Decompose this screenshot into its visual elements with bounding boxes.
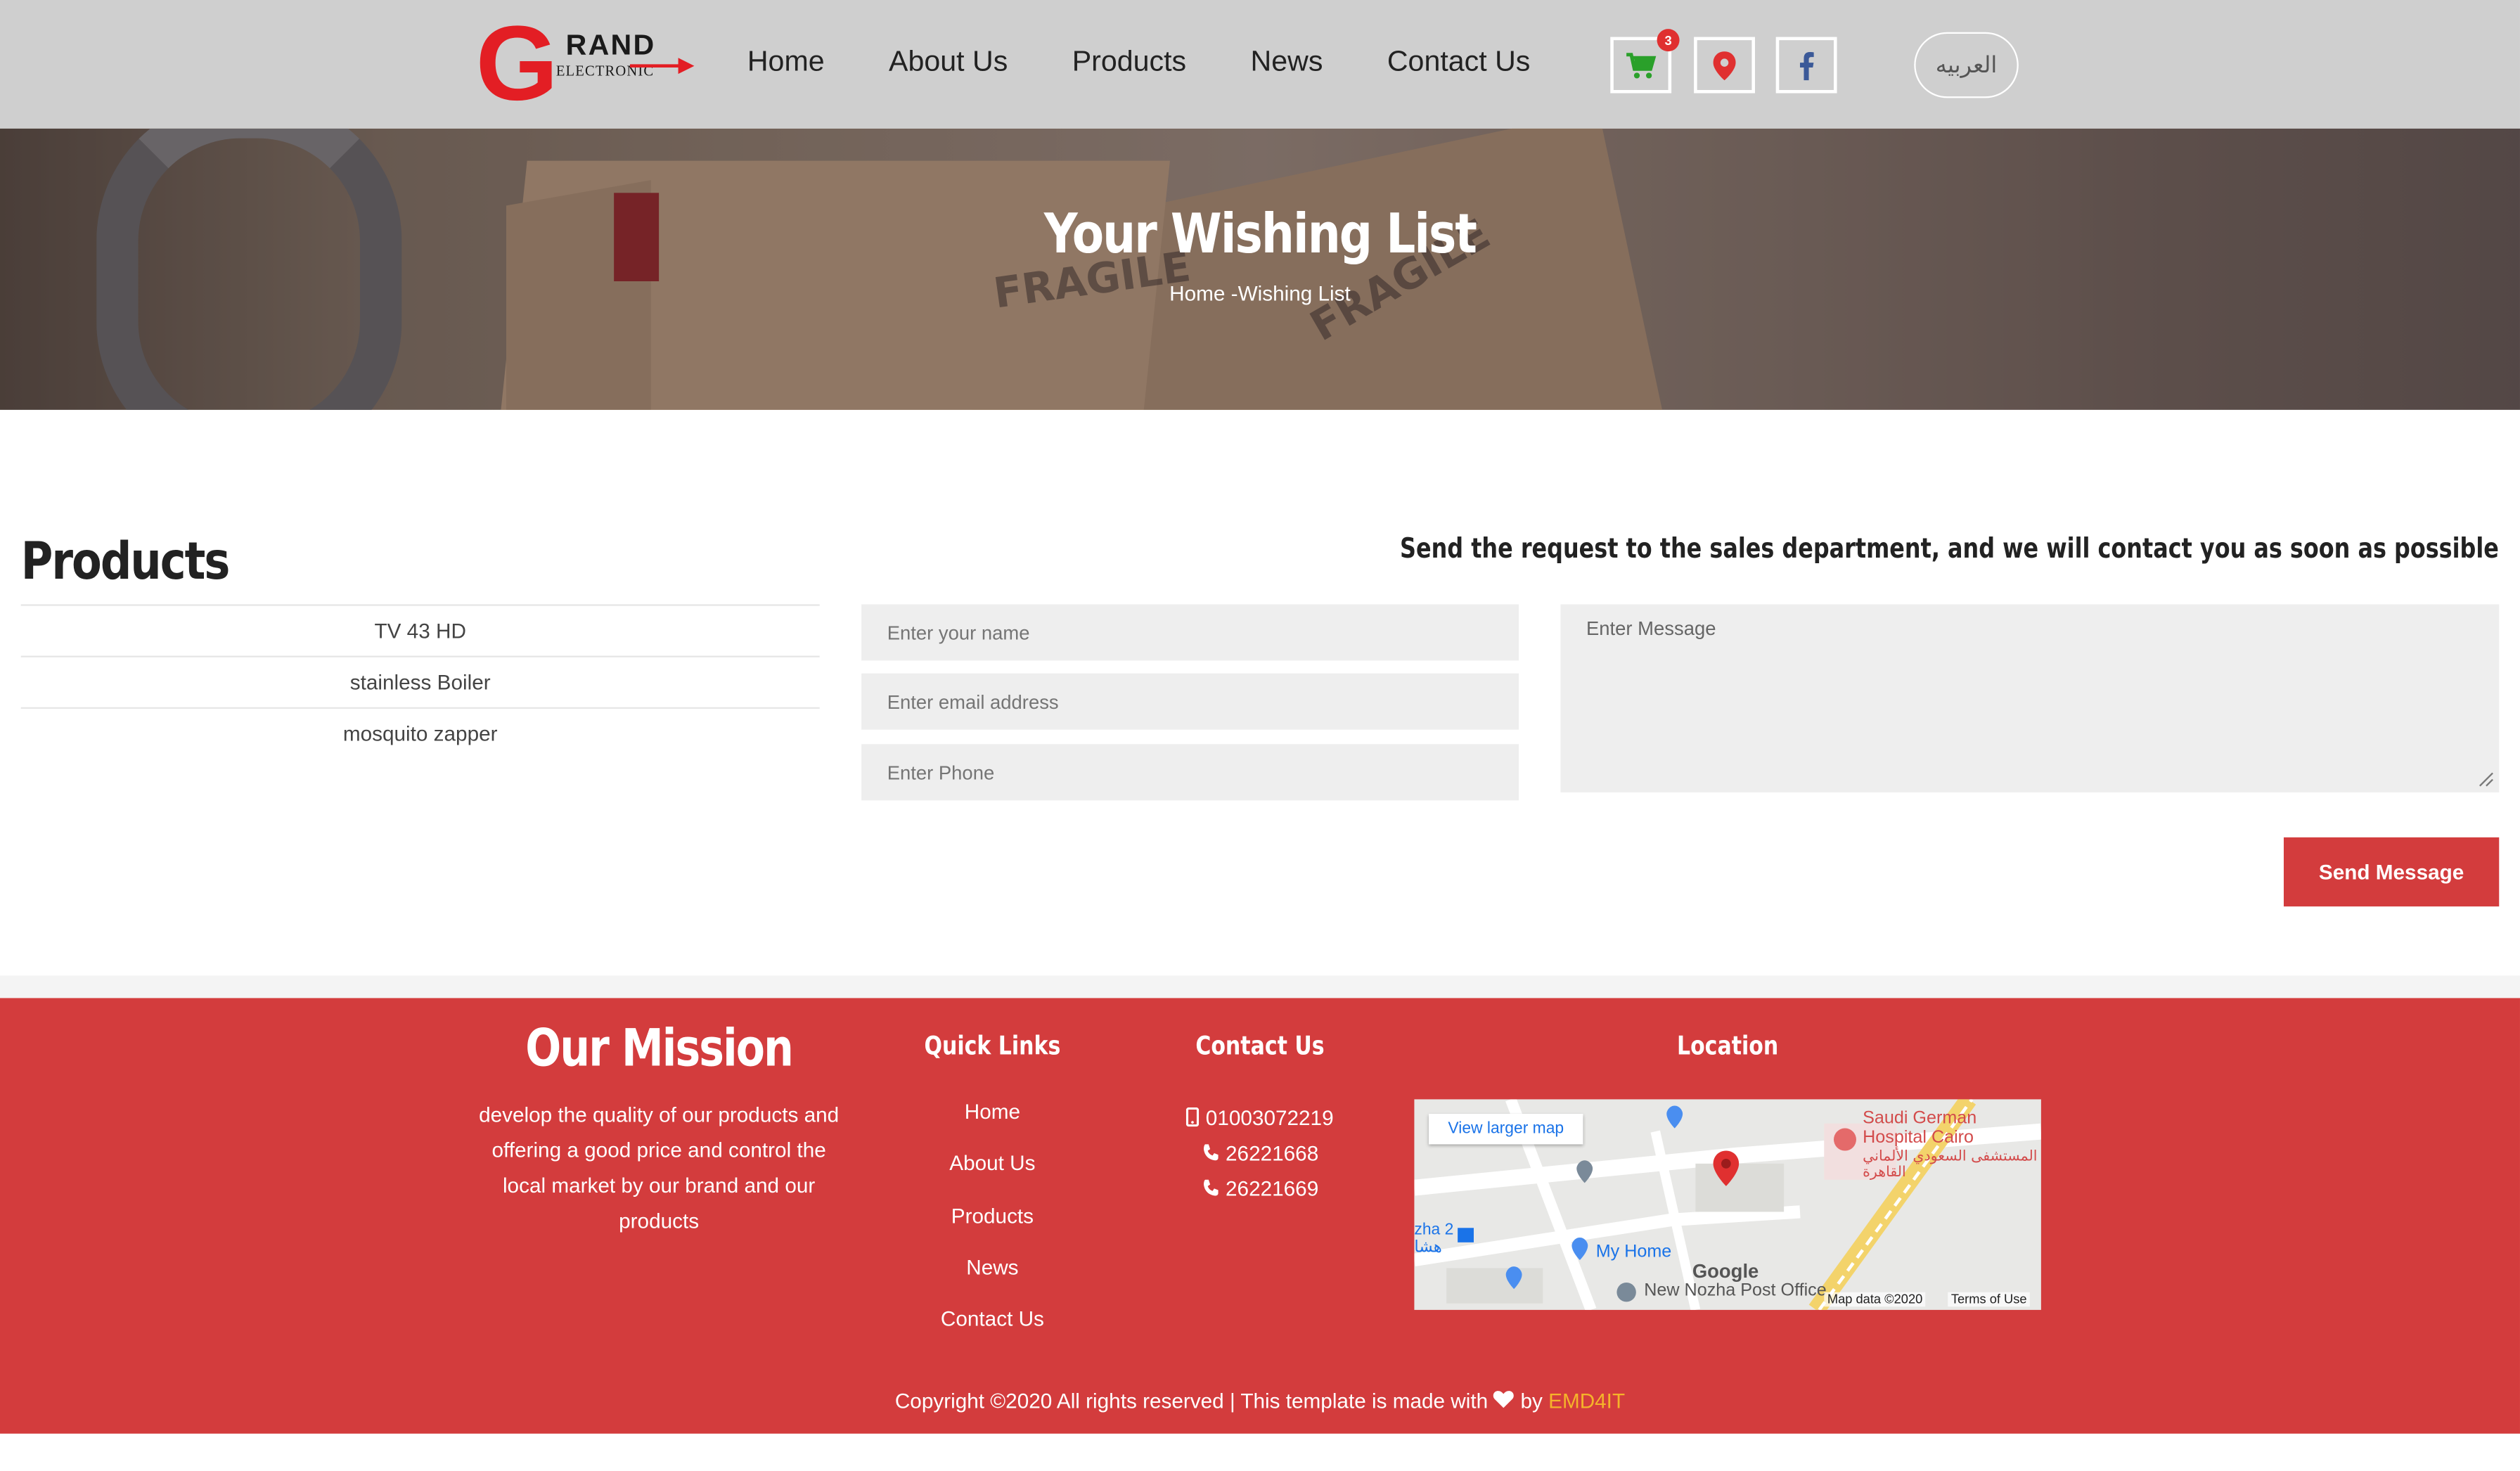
nav-contact-us[interactable]: Contact Us: [1387, 45, 1531, 79]
map-pin-icon: [1713, 50, 1736, 80]
phone-volume-icon: [1203, 1179, 1218, 1196]
grand-electronic-logo[interactable]: G RAND ELECTRONIC: [475, 3, 701, 122]
heart-icon: [1493, 1391, 1515, 1408]
view-larger-map-link[interactable]: View larger map: [1428, 1113, 1583, 1145]
language-toggle-button[interactable]: العربيه: [1914, 32, 2019, 98]
nav-products[interactable]: Products: [1072, 45, 1186, 79]
mission-title: Our Mission: [525, 1017, 794, 1079]
send-message-button[interactable]: Send Message: [2283, 837, 2500, 907]
top-navigation-bar: G RAND ELECTRONIC Home About Us Products…: [0, 0, 2520, 129]
map-terms-link[interactable]: Terms of Use: [1948, 1292, 2031, 1307]
copyright-text: Copyright ©2020 All rights reserved | Th…: [894, 1388, 1489, 1413]
google-logo: Google: [1692, 1259, 1759, 1283]
copyright: Copyright ©2020 All rights reserved | Th…: [0, 1389, 2520, 1413]
nav-home[interactable]: Home: [747, 45, 825, 79]
phone-volume-icon: [1203, 1144, 1218, 1161]
list-item: stainless Boiler: [20, 655, 820, 707]
map-data-attribution: Map data ©2020: [1824, 1292, 1926, 1307]
wishlist-products-list: TV 43 HD stainless Boiler mosquito zappe…: [20, 604, 820, 759]
footer-link-products[interactable]: Products: [900, 1203, 1085, 1255]
message-placeholder: Enter Message: [1586, 617, 1716, 640]
page-title: Your Wishing List: [1043, 202, 1477, 267]
map-label-my-home: My Home: [1595, 1242, 1672, 1262]
location-title: Location: [1676, 1030, 1779, 1061]
phone-number[interactable]: 01003072219: [1206, 1105, 1334, 1129]
quick-links: Home About Us Products News Contact Us: [900, 1099, 1085, 1358]
nav-about-us[interactable]: About Us: [889, 45, 1008, 79]
footer-link-about-us[interactable]: About Us: [900, 1151, 1085, 1203]
request-heading: Send the request to the sales department…: [1400, 533, 2500, 566]
list-item: mosquito zapper: [20, 707, 820, 759]
facebook-icon: [1799, 51, 1814, 80]
logo-arrow-icon: [629, 58, 695, 75]
phone-number[interactable]: 26221668: [1226, 1141, 1318, 1164]
cart-button[interactable]: 3: [1610, 29, 1680, 94]
contact-list: 01003072219 26221668 26221669: [1157, 1099, 1363, 1205]
email-input[interactable]: [861, 673, 1519, 730]
breadcrumb[interactable]: Home -Wishing List: [0, 281, 2520, 305]
footer: Our Mission develop the quality of our p…: [0, 998, 2520, 1434]
mobile-contact: 01003072219: [1157, 1099, 1363, 1134]
footer-link-news[interactable]: News: [900, 1255, 1085, 1307]
message-textarea[interactable]: Enter Message: [1560, 604, 2500, 792]
logo-letter: G: [475, 3, 558, 122]
copyright-by: by: [1520, 1388, 1543, 1413]
phone-contact: 26221668: [1157, 1135, 1363, 1170]
map-label-post-office: New Nozha Post Office: [1644, 1280, 1827, 1301]
mission-text: develop the quality of our products and …: [479, 1102, 840, 1233]
name-input[interactable]: [861, 604, 1519, 661]
cart-icon: [1626, 52, 1657, 78]
map-label-hospital: Saudi German Hospital Cairo: [1863, 1109, 1977, 1148]
hero-banner: FRAGILE FRAGILE Your Wishing List Home -…: [0, 128, 2520, 410]
nav-news[interactable]: News: [1251, 45, 1323, 79]
map-label-hospital-arabic: المستشفى السعودي الألماني القاهرة: [1863, 1149, 2038, 1181]
list-item: TV 43 HD: [20, 604, 820, 655]
map-label-nozha: zha 2: [1414, 1221, 1454, 1240]
facebook-button[interactable]: [1775, 37, 1837, 94]
emd4it-link[interactable]: EMD4IT: [1548, 1389, 1625, 1413]
mobile-phone-icon: [1186, 1107, 1200, 1127]
quick-links-title: Quick Links: [924, 1030, 1061, 1061]
phone-input[interactable]: [861, 744, 1519, 801]
footer-link-home[interactable]: Home: [900, 1099, 1085, 1151]
hero-overlay: [0, 128, 2520, 410]
google-map[interactable]: View larger map Saudi German Hospital Ca…: [1414, 1099, 2041, 1310]
location-button[interactable]: [1694, 37, 1755, 94]
phone-number[interactable]: 26221669: [1226, 1176, 1318, 1200]
phone-contact: 26221669: [1157, 1170, 1363, 1205]
map-label-nozha-arabic: هشا: [1414, 1239, 1442, 1257]
main-nav: Home About Us Products News Contact Us: [747, 45, 1595, 79]
cart-count-badge: 3: [1657, 29, 1680, 52]
products-heading: Products: [20, 530, 231, 592]
resize-grip-icon[interactable]: [2479, 771, 2495, 788]
footer-link-contact-us[interactable]: Contact Us: [900, 1307, 1085, 1359]
footer-divider: [0, 975, 2520, 998]
contact-title: Contact Us: [1195, 1030, 1325, 1061]
